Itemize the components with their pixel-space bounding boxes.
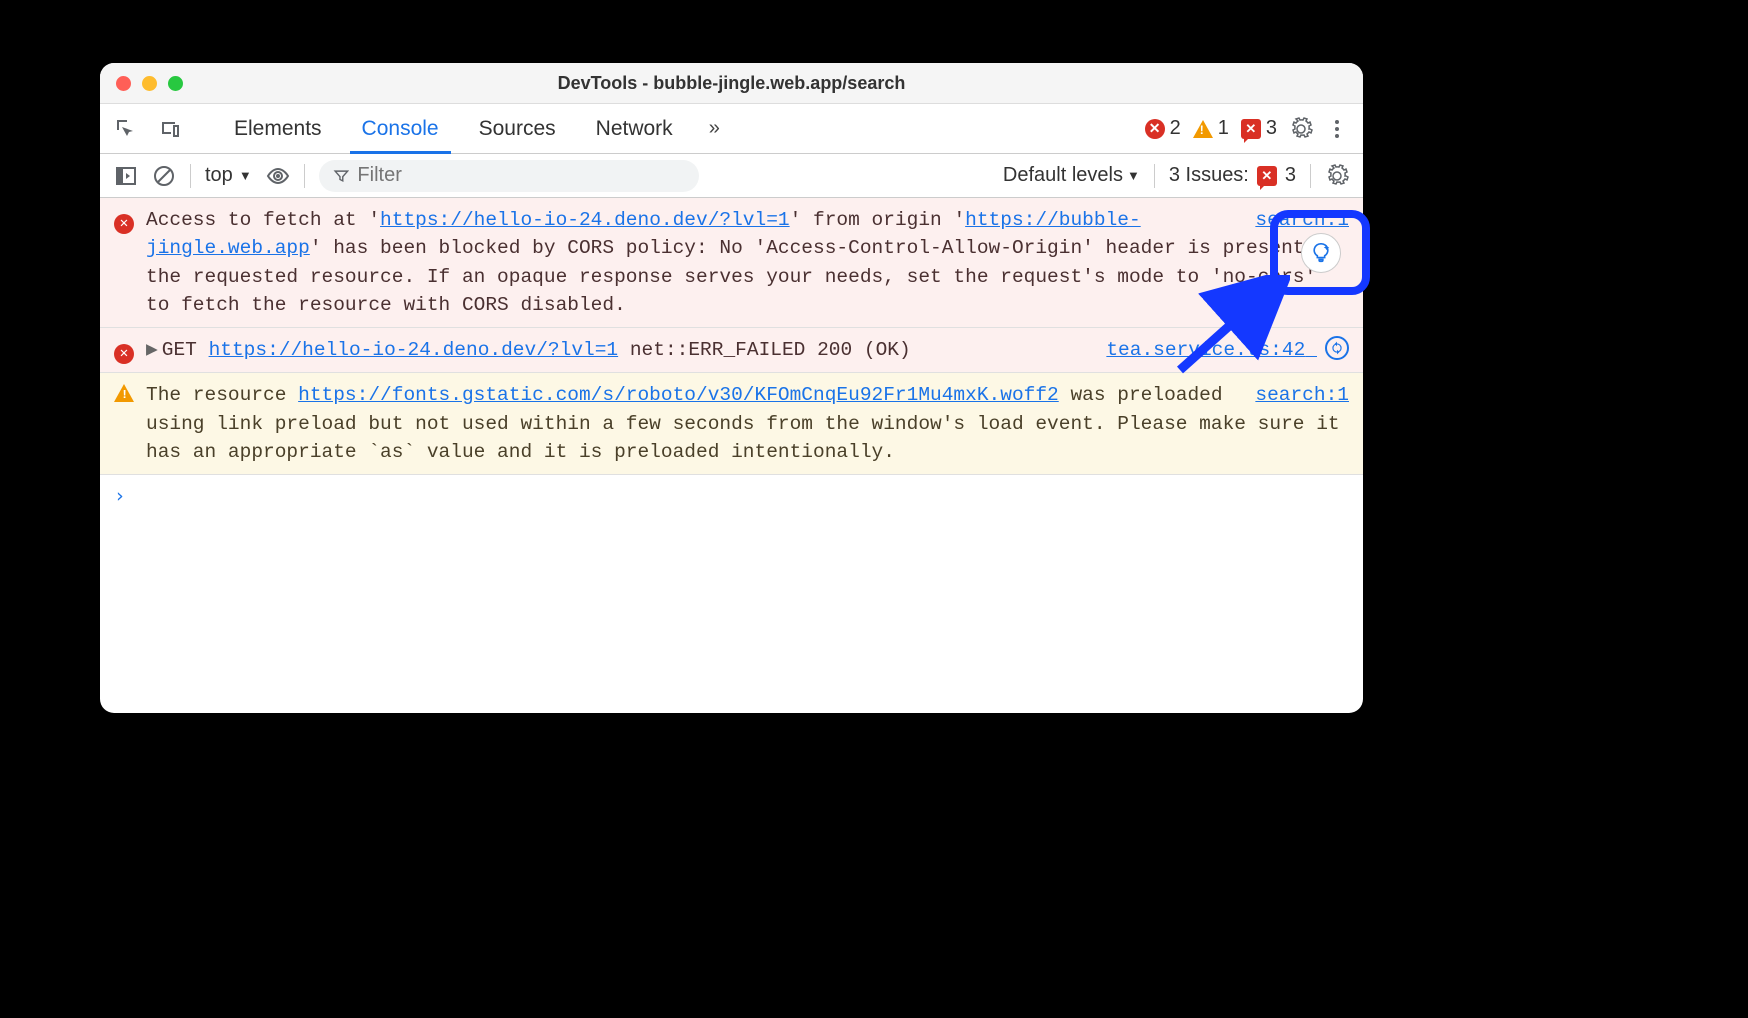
inspect-icon[interactable]: [114, 117, 138, 141]
execution-context-dropdown[interactable]: top ▼: [205, 164, 252, 187]
message-text-pre: Access to fetch at ': [146, 209, 380, 231]
message-text-post: ' has been blocked by CORS policy: No 'A…: [146, 237, 1340, 316]
console-error-message[interactable]: ✕ tea.service.ts:42 ▶GET https://hello-i…: [100, 328, 1363, 373]
issues-label: 3 Issues:: [1169, 164, 1249, 187]
error-icon: ✕: [1145, 119, 1165, 139]
warning-icon: [114, 384, 134, 402]
clear-console-icon[interactable]: [152, 164, 176, 188]
warning-count: 1: [1218, 117, 1229, 140]
window-title: DevTools - bubble-jingle.web.app/search: [100, 73, 1363, 94]
panel-tabs-bar: Elements Console Sources Network » ✕ 2 1…: [100, 104, 1363, 154]
source-link[interactable]: search:1: [1255, 206, 1349, 234]
console-messages: ✕ search:1 Access to fetch at 'https://h…: [100, 198, 1363, 713]
message-text-post: net::ERR_FAILED 200 (OK): [618, 339, 911, 361]
issue-icon: ✕: [1241, 119, 1261, 139]
warning-count-badge[interactable]: 1: [1193, 117, 1229, 140]
issue-icon: ✕: [1257, 166, 1277, 186]
warning-icon: [1193, 120, 1213, 138]
console-warning-message[interactable]: search:1 The resource https://fonts.gsta…: [100, 373, 1363, 475]
issues-summary[interactable]: 3 Issues: ✕ 3: [1169, 164, 1296, 187]
message-text-pre: The resource: [146, 384, 298, 406]
replay-xhr-icon[interactable]: [1325, 336, 1349, 360]
message-text-mid: ' from origin ': [790, 209, 966, 231]
live-expression-icon[interactable]: [266, 164, 290, 188]
issues-count: 3: [1285, 164, 1296, 187]
divider: [304, 164, 305, 188]
more-options-icon[interactable]: [1325, 117, 1349, 141]
issue-count: 3: [1266, 117, 1277, 140]
divider: [190, 164, 191, 188]
tab-network[interactable]: Network: [576, 104, 693, 153]
chevron-down-icon: ▼: [1127, 168, 1140, 183]
url-link[interactable]: https://fonts.gstatic.com/s/roboto/v30/K…: [298, 384, 1059, 406]
url-link[interactable]: https://hello-io-24.deno.dev/?lvl=1: [380, 209, 790, 231]
console-settings-icon[interactable]: [1325, 164, 1349, 188]
more-tabs-button[interactable]: »: [693, 104, 736, 153]
minimize-window-button[interactable]: [142, 76, 157, 91]
console-error-message[interactable]: ✕ search:1 Access to fetch at 'https://h…: [100, 198, 1363, 328]
prompt-glyph: ›: [114, 485, 125, 507]
close-window-button[interactable]: [116, 76, 131, 91]
tab-sources[interactable]: Sources: [459, 104, 576, 153]
filter-input[interactable]: [357, 164, 684, 187]
error-count: 2: [1170, 117, 1181, 140]
issue-count-badge[interactable]: ✕ 3: [1241, 117, 1277, 140]
context-label: top: [205, 164, 233, 187]
divider: [1154, 164, 1155, 188]
source-link[interactable]: tea.service.ts:42: [1106, 336, 1349, 364]
titlebar: DevTools - bubble-jingle.web.app/search: [100, 63, 1363, 104]
device-toolbar-icon[interactable]: [158, 117, 182, 141]
error-count-badge[interactable]: ✕ 2: [1145, 117, 1181, 140]
log-levels-dropdown[interactable]: Default levels ▼: [1003, 164, 1140, 187]
tab-elements[interactable]: Elements: [214, 104, 342, 153]
devtools-window: DevTools - bubble-jingle.web.app/search …: [100, 63, 1363, 713]
tab-console[interactable]: Console: [342, 104, 459, 153]
chevron-down-icon: ▼: [239, 168, 252, 183]
filter-input-wrap[interactable]: [319, 160, 699, 192]
levels-label: Default levels: [1003, 164, 1123, 187]
maximize-window-button[interactable]: [168, 76, 183, 91]
divider: [1310, 164, 1311, 188]
console-toolbar: top ▼ Default levels ▼ 3 Issues: ✕ 3: [100, 154, 1363, 198]
expand-triangle-icon[interactable]: ▶: [146, 339, 158, 361]
console-prompt[interactable]: ›: [100, 475, 1363, 517]
toggle-sidebar-icon[interactable]: [114, 164, 138, 188]
error-icon: ✕: [114, 214, 134, 234]
traffic-lights: [100, 76, 183, 91]
ai-insights-button[interactable]: [1301, 233, 1341, 273]
error-icon: ✕: [114, 344, 134, 364]
message-text-pre: GET: [162, 339, 209, 361]
url-link[interactable]: https://hello-io-24.deno.dev/?lvl=1: [209, 339, 619, 361]
filter-icon: [333, 164, 350, 188]
source-link[interactable]: search:1: [1255, 381, 1349, 409]
settings-icon[interactable]: [1289, 117, 1313, 141]
